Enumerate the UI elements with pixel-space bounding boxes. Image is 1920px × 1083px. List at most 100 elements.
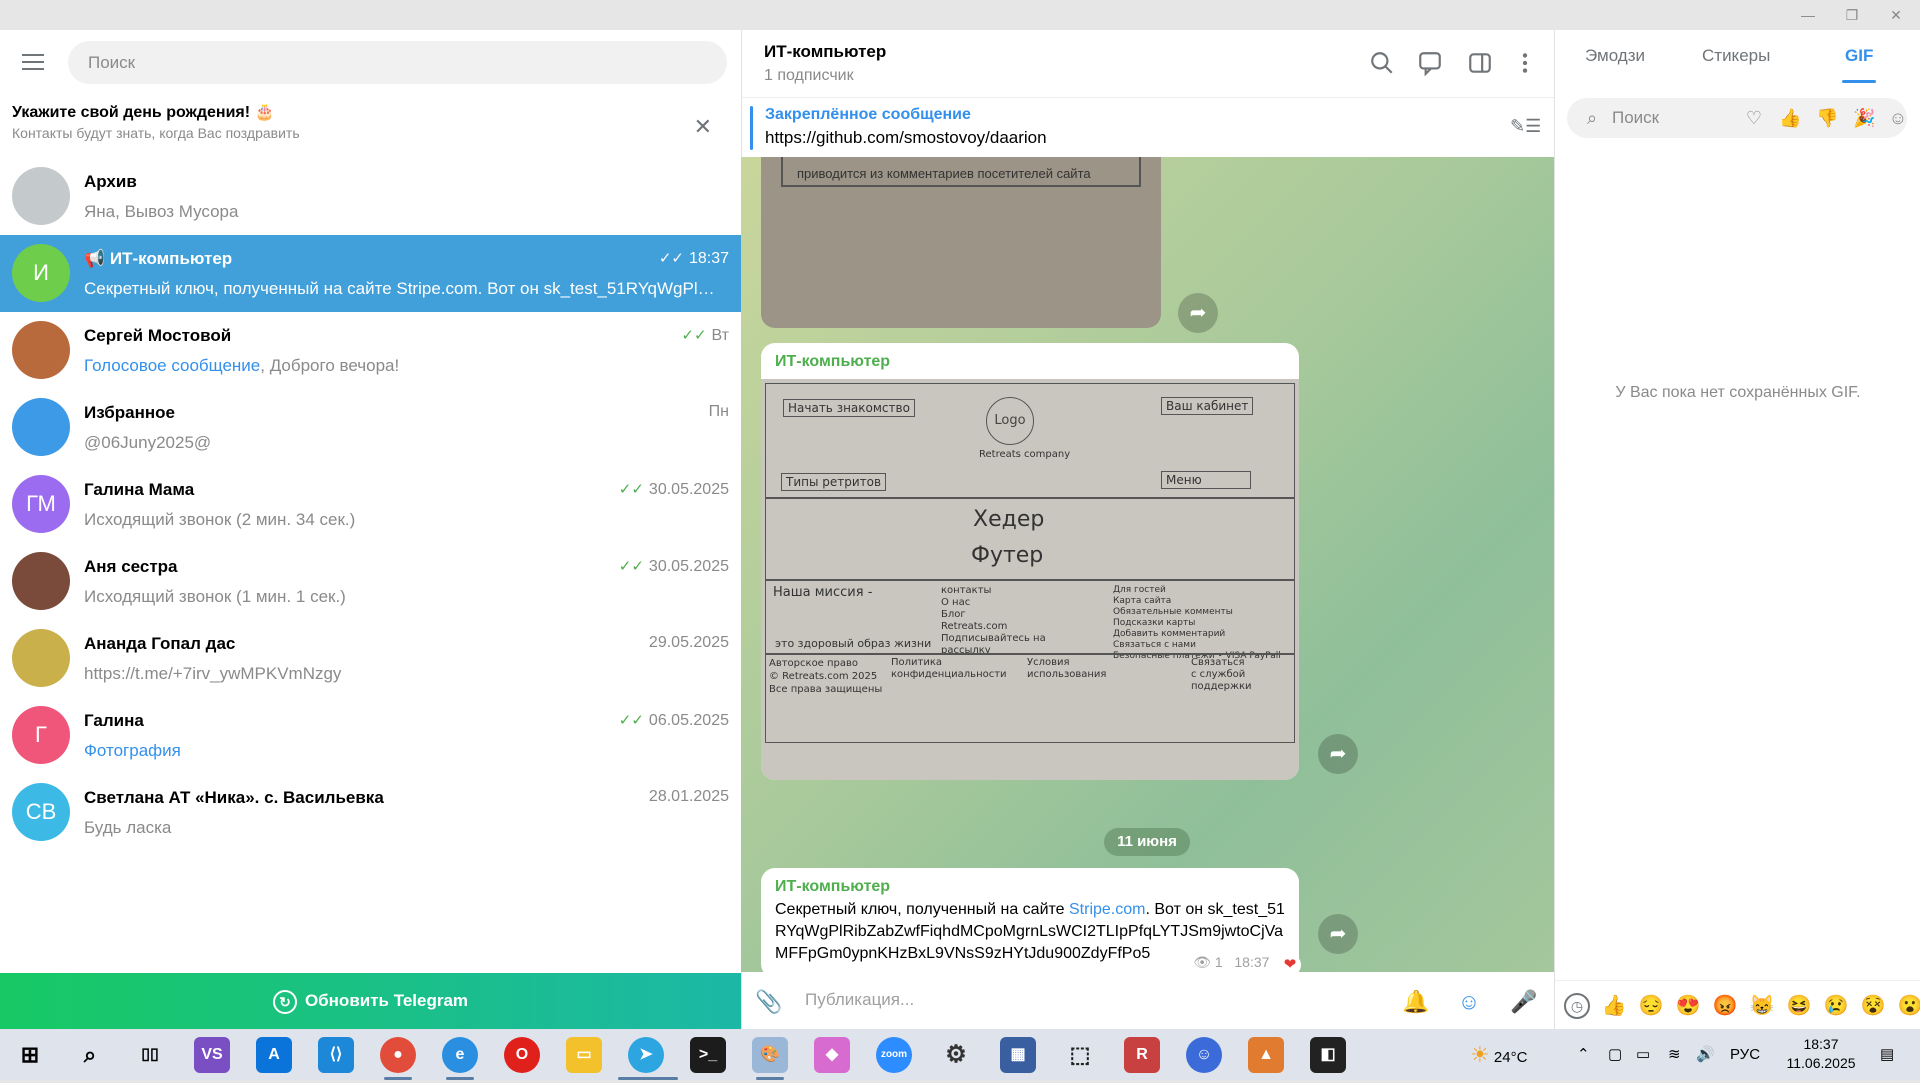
update-telegram-button[interactable]: ↻ Обновить Telegram [0, 973, 741, 1029]
bell-icon[interactable]: 🔔 [1402, 988, 1430, 1016]
search-icon[interactable]: ⌕ [72, 1037, 108, 1073]
emoji-icon[interactable]: ☺ [1455, 988, 1483, 1016]
minimize-icon[interactable]: — [1786, 0, 1830, 30]
angry-emoji-icon[interactable]: 😡 [1712, 993, 1738, 1019]
close-banner-icon[interactable]: ✕ [694, 114, 712, 140]
smile-icon[interactable]: ☺ [1887, 107, 1909, 129]
clock[interactable]: 18:37 11.06.2025 [1776, 1035, 1866, 1073]
sketch-menu-box: Меню [1161, 471, 1251, 489]
pinned-message-bar[interactable]: Закреплённое сообщение https://github.co… [741, 97, 1554, 157]
chat-header[interactable]: ИТ-компьютер 1 подписчик [741, 30, 1554, 97]
dark-app-icon[interactable]: ◧ [1310, 1037, 1346, 1073]
task-view-icon[interactable]: ▯▯ [132, 1037, 168, 1073]
sad-emoji-icon[interactable]: 😔 [1638, 993, 1664, 1019]
settings-gear-icon[interactable]: ⚙ [938, 1037, 974, 1073]
microphone-icon[interactable]: 🎤 [1510, 988, 1538, 1016]
terminal-icon[interactable]: >_ [690, 1037, 726, 1073]
forward-icon[interactable]: ➦ [1318, 914, 1358, 954]
message-input[interactable]: Публикация... [805, 990, 914, 1010]
message-link[interactable]: Stripe.com [1069, 901, 1145, 918]
dizzy-emoji-icon[interactable]: 😵 [1860, 993, 1886, 1019]
photo-message[interactable]: приводится из комментариев посетителей с… [761, 157, 1161, 328]
more-emoji-icon[interactable]: 😮 [1897, 993, 1920, 1019]
paperclip-icon[interactable]: 📎 [755, 988, 783, 1016]
restore-icon[interactable]: ❐ [1830, 0, 1874, 30]
hamburger-menu-icon[interactable] [22, 54, 44, 70]
chat-list-item[interactable]: Г Галина Фотография ✓✓ 06.05.2025 [0, 697, 741, 774]
file-explorer-icon[interactable]: ▭ [566, 1037, 602, 1073]
cry-emoji-icon[interactable]: 😢 [1823, 993, 1849, 1019]
zoom-icon[interactable]: zoom [876, 1037, 912, 1073]
wifi-icon[interactable]: ≋ [1668, 1029, 1681, 1080]
visual-studio-icon[interactable]: VS [194, 1037, 230, 1073]
pinned-list-icon[interactable]: ✎☰ [1510, 116, 1541, 137]
chat-list-item[interactable]: Ананда Гопал дас https://t.me/+7irv_ywMPK… [0, 620, 741, 697]
chat-list-item[interactable]: И 📢 ИТ-компьютер Секретный ключ, полученны… [0, 235, 741, 312]
colorful-app-icon[interactable]: ◆ [814, 1037, 850, 1073]
windows-start-icon[interactable]: ⊞ [12, 1037, 48, 1073]
chat-preview-text: Яна, Вывоз Мусора [84, 202, 239, 221]
tab-stickers[interactable]: Стикеры [1702, 46, 1770, 66]
notifications-icon[interactable]: ▤ [1880, 1029, 1894, 1080]
sketch-header-text: Хедер [973, 507, 1045, 532]
gif-search-placeholder: Поиск [1612, 108, 1660, 127]
close-window-icon[interactable]: ✕ [1874, 0, 1918, 30]
thumbs-up-icon[interactable]: 👍 [1779, 107, 1801, 129]
chat-subtitle: 1 подписчик [764, 67, 854, 84]
chat-list-item[interactable]: Аня сестра Исходящий звонок (1 мин. 1 сек… [0, 543, 741, 620]
chat-time-text: Пн [708, 403, 729, 420]
sidebar-toggle-icon[interactable] [1467, 50, 1493, 76]
birthday-title: Укажите свой день рождения! 🎂 [12, 104, 275, 121]
chat-list-item[interactable]: ГМ Галина Мама Исходящий звонок (2 мин. 34… [0, 466, 741, 543]
edge-icon[interactable]: e [442, 1037, 478, 1073]
tray-device-icon[interactable]: ▢ [1608, 1029, 1622, 1080]
app-store-icon[interactable]: A [256, 1037, 292, 1073]
chat-list-item[interactable]: Избранное @06Juny2025@ Пн [0, 389, 741, 466]
forward-icon[interactable]: ➦ [1318, 734, 1358, 774]
vscode-icon[interactable]: ⟨⟩ [318, 1037, 354, 1073]
photo-message-bubble[interactable]: ИТ-компьютер Начать знакомство Ваш кабин… [761, 343, 1299, 780]
browser-app-icon[interactable]: ☺ [1186, 1037, 1222, 1073]
chat-preview-text: https://t.me/+7irv_ywMPKVmNzgy [84, 664, 342, 683]
media-app-icon[interactable]: ▲ [1248, 1037, 1284, 1073]
tab-gif[interactable]: GIF [1845, 46, 1873, 66]
chat-preview: https://t.me/+7irv_ywMPKVmNzgy [84, 664, 724, 684]
opera-icon[interactable]: O [504, 1037, 540, 1073]
thumbs-up-emoji-icon[interactable]: 👍 [1601, 993, 1627, 1019]
app-tiles-icon[interactable]: ▦ [1000, 1037, 1036, 1073]
chat-list-item[interactable]: СВ Светлана АТ «Ника». с. Васильевка Будь … [0, 774, 741, 851]
cat-emoji-icon[interactable]: 😸 [1749, 993, 1775, 1019]
tray-chevron-icon[interactable]: ⌃ [1577, 1029, 1590, 1080]
chat-list-item[interactable]: Сергей Мостовой Голосовое сообщение, Добр… [0, 312, 741, 389]
more-options-icon[interactable] [1512, 50, 1538, 76]
battery-icon[interactable]: ▭ [1636, 1029, 1650, 1080]
recent-clock-icon[interactable]: ◷ [1564, 993, 1590, 1019]
language-indicator[interactable]: РУС [1730, 1029, 1760, 1080]
heart-eyes-emoji-icon[interactable]: 😍 [1675, 993, 1701, 1019]
box-app-icon[interactable]: ⬚ [1062, 1037, 1098, 1073]
speaker-icon[interactable]: 🔊 [1696, 1029, 1715, 1080]
gif-search-input[interactable]: ⌕ Поиск ♡ 👍 👎 🎉 ☺ [1567, 98, 1907, 138]
chat-time: Пн [704, 403, 729, 421]
emoji-category-bar: ◷ 👍 😔 😍 😡 😸 😆 😢 😵 😮 [1555, 980, 1920, 1028]
weather-widget[interactable]: ☀ 24°C [1470, 1029, 1527, 1083]
comments-icon[interactable] [1417, 50, 1443, 76]
forward-icon[interactable]: ➦ [1178, 293, 1218, 333]
rar-icon[interactable]: R [1124, 1037, 1160, 1073]
chrome-icon[interactable]: ● [380, 1037, 416, 1073]
party-icon[interactable]: 🎉 [1853, 107, 1875, 129]
text-message-bubble[interactable]: ИТ-компьютер Секретный ключ, полученный … [761, 868, 1301, 972]
heart-reaction-icon[interactable]: ❤ [1279, 954, 1301, 972]
message-time: 18:37 [1234, 954, 1270, 970]
tab-emoji[interactable]: Эмодзи [1585, 46, 1645, 66]
paint-icon[interactable]: 🎨 [752, 1037, 788, 1073]
heart-icon[interactable]: ♡ [1743, 107, 1765, 129]
search-input[interactable]: Поиск [68, 41, 727, 84]
laugh-emoji-icon[interactable]: 😆 [1786, 993, 1812, 1019]
thumbs-down-icon[interactable]: 👎 [1816, 107, 1838, 129]
search-icon[interactable] [1369, 50, 1395, 76]
sketch-cabinet-box: Ваш кабинет [1161, 397, 1254, 415]
telegram-taskbar-icon[interactable]: ➤ [628, 1037, 664, 1073]
chat-name: Аня сестра [84, 557, 178, 576]
chat-list-item[interactable]: Архив Яна, Вывоз Мусора [0, 158, 741, 235]
